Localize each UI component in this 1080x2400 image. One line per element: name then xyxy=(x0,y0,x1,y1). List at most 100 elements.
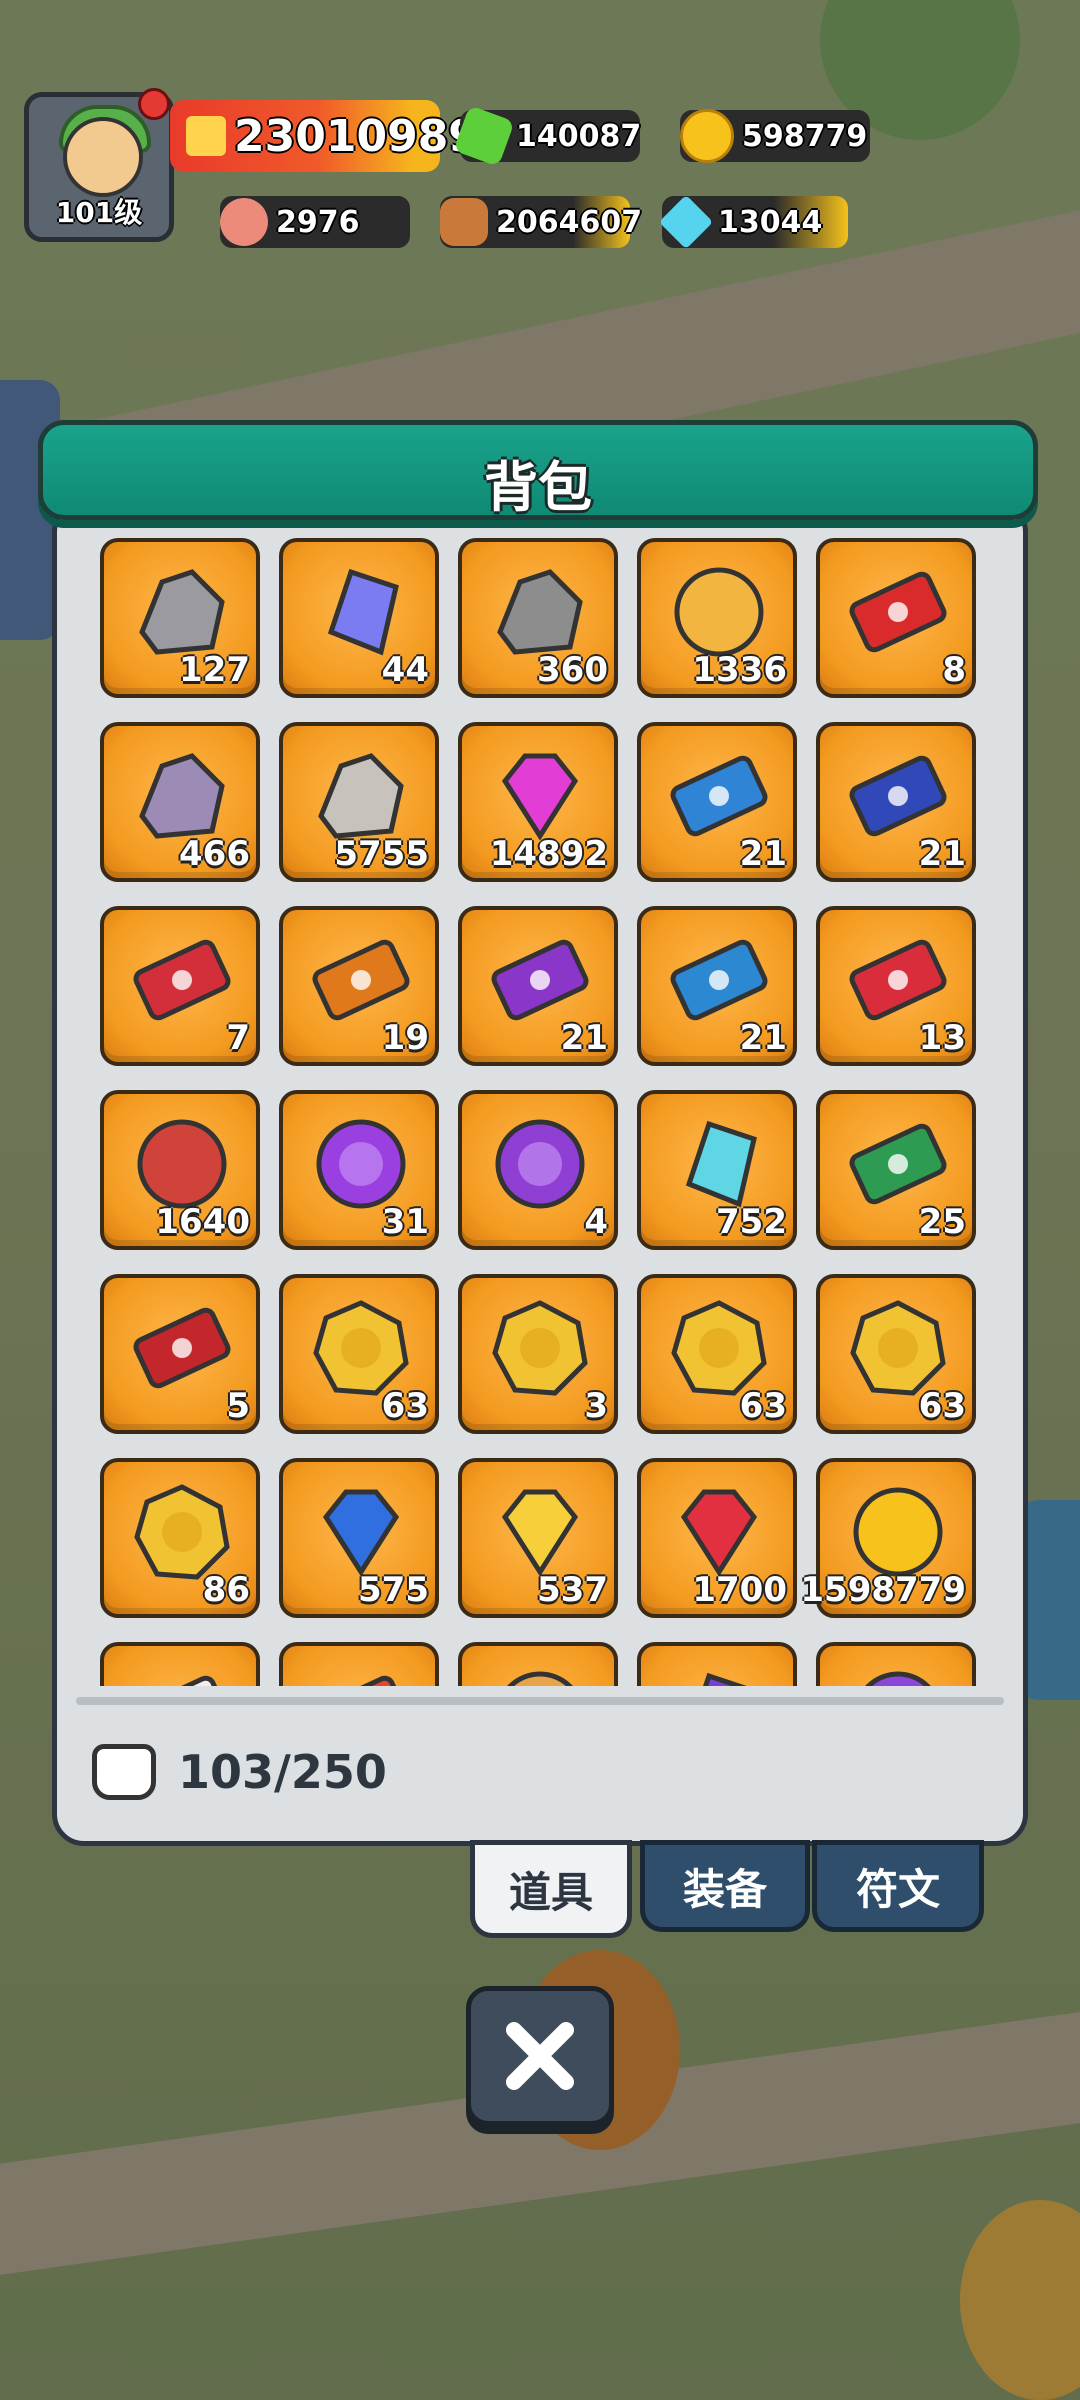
item-count: 575 xyxy=(358,1570,429,1610)
inventory-header: 背包 xyxy=(38,420,1038,520)
item-count: 19 xyxy=(381,1018,429,1058)
crystal-counter[interactable]: 13044 xyxy=(658,194,848,250)
item-count: 360 xyxy=(537,650,608,690)
inventory-slot[interactable]: 86 xyxy=(100,1458,260,1618)
green-gem-counter[interactable]: 140087 xyxy=(453,105,641,167)
inventory-slot[interactable]: 4 xyxy=(458,1090,618,1250)
lightning-ticket-icon xyxy=(312,939,410,1021)
gold-counter[interactable]: 598779 xyxy=(680,109,870,163)
inventory-slot[interactable]: 575 xyxy=(279,1458,439,1618)
inventory-slot[interactable]: 63 xyxy=(637,1274,797,1434)
combat-power-display: 23010989 xyxy=(170,100,479,172)
close-icon xyxy=(506,2022,574,2090)
item-count: 1640 xyxy=(155,1202,250,1242)
item-count: 86 xyxy=(202,1570,250,1610)
combat-power-value: 23010989 xyxy=(234,110,479,162)
inventory-slot[interactable]: 25 xyxy=(816,1090,976,1250)
inventory-slot[interactable]: 8 xyxy=(816,538,976,698)
tab-runes[interactable]: 符文 xyxy=(812,1840,984,1932)
ice-ticket-icon xyxy=(670,939,768,1021)
sword-orb-icon xyxy=(316,1119,406,1209)
fire-ticket-icon xyxy=(133,939,231,1021)
gold-value: 598779 xyxy=(742,118,868,154)
meat-counter[interactable]: 2976 xyxy=(220,196,410,248)
gold-coin-icon xyxy=(853,1487,943,1577)
pink-diamond-icon xyxy=(501,753,579,841)
tab-items[interactable]: 道具 xyxy=(470,1840,632,1938)
player-level-label: 101级 xyxy=(55,196,143,229)
purple-crystal-icon xyxy=(703,1672,747,1686)
winged-medal-icon xyxy=(674,567,764,657)
inventory-slot[interactable]: 21 xyxy=(816,722,976,882)
inventory-slot[interactable]: 1336 xyxy=(637,538,797,698)
item-count: 752 xyxy=(716,1202,787,1242)
green-gem-icon xyxy=(453,105,515,167)
item-count: 5 xyxy=(226,1386,250,1426)
gold-coin-bow-icon xyxy=(671,1300,767,1396)
inventory-slot[interactable]: 1700 xyxy=(637,1458,797,1618)
inventory-slot[interactable]: 31 xyxy=(279,1090,439,1250)
item-count: 31 xyxy=(381,1202,429,1242)
red-ticket-icon xyxy=(849,571,947,653)
inventory-slot[interactable]: 63 xyxy=(816,1274,976,1434)
inventory-slot[interactable] xyxy=(279,1642,439,1686)
flame-ticket-icon xyxy=(849,939,947,1021)
item-count: 4 xyxy=(584,1202,608,1242)
inventory-slot[interactable]: 19 xyxy=(279,906,439,1066)
gold-coin-icon xyxy=(680,109,734,163)
divider xyxy=(76,1697,1004,1705)
inventory-slot[interactable] xyxy=(100,1642,260,1686)
blue-crystal-icon xyxy=(327,568,399,656)
swords-icon xyxy=(186,116,226,156)
red-gem-icon xyxy=(680,1489,758,1577)
item-count: 3 xyxy=(584,1386,608,1426)
inventory-slot[interactable]: 7 xyxy=(100,906,260,1066)
item-count: 21 xyxy=(918,834,966,874)
close-button[interactable] xyxy=(466,1986,614,2126)
wood-counter[interactable]: 2064607 xyxy=(440,196,642,248)
inventory-slot[interactable]: 466 xyxy=(100,722,260,882)
inventory-slot[interactable]: 21 xyxy=(637,906,797,1066)
inventory-slot[interactable]: 63 xyxy=(279,1274,439,1434)
inventory-slot[interactable] xyxy=(458,1642,618,1686)
inventory-slot[interactable]: 537 xyxy=(458,1458,618,1618)
inventory-slot[interactable] xyxy=(637,1642,797,1686)
inventory-slot[interactable]: 360 xyxy=(458,538,618,698)
inventory-slot[interactable]: 5 xyxy=(100,1274,260,1434)
item-count: 63 xyxy=(381,1386,429,1426)
item-count: 127 xyxy=(179,650,250,690)
item-count: 21 xyxy=(560,1018,608,1058)
inventory-slot[interactable] xyxy=(816,1642,976,1686)
inventory-slot[interactable]: 127 xyxy=(100,538,260,698)
avatar-face xyxy=(63,117,143,197)
meat-value: 2976 xyxy=(276,204,360,240)
tab-equipment[interactable]: 装备 xyxy=(640,1840,810,1932)
inventory-slot[interactable]: 3 xyxy=(458,1274,618,1434)
crystal-icon xyxy=(658,194,714,250)
item-count: 537 xyxy=(537,1570,608,1610)
blue-ticket-icon xyxy=(670,755,768,837)
meat-icon xyxy=(137,1119,227,1209)
inventory-slot[interactable]: 44 xyxy=(279,538,439,698)
item-grid-scroll[interactable]: 127 44 360 1336 8 466 5755 14892 21 21 7 19 21 21 13 16… xyxy=(100,538,980,1686)
item-count: 21 xyxy=(739,834,787,874)
red-rune-stone-icon xyxy=(318,753,404,839)
potion-ticket-icon xyxy=(491,939,589,1021)
inventory-slot[interactable]: 21 xyxy=(458,906,618,1066)
item-count: 1598779 xyxy=(800,1570,966,1610)
inventory-slot[interactable]: 752 xyxy=(637,1090,797,1250)
item-count: 1700 xyxy=(692,1570,787,1610)
item-count: 25 xyxy=(918,1202,966,1242)
item-count: 7 xyxy=(226,1018,250,1058)
ribbon-icon xyxy=(312,1675,410,1686)
item-count: 44 xyxy=(381,650,429,690)
inventory-slot[interactable]: 1598779 xyxy=(800,1458,976,1618)
inventory-slot[interactable]: 5755 xyxy=(279,722,439,882)
ice-crystal-icon xyxy=(685,1120,757,1208)
inventory-slot[interactable]: 21 xyxy=(637,722,797,882)
bag-icon xyxy=(92,1744,156,1800)
inventory-slot[interactable]: 14892 xyxy=(458,722,618,882)
inventory-slot[interactable]: 1640 xyxy=(100,1090,260,1250)
wood-value: 2064607 xyxy=(496,204,643,240)
inventory-slot[interactable]: 13 xyxy=(816,906,976,1066)
